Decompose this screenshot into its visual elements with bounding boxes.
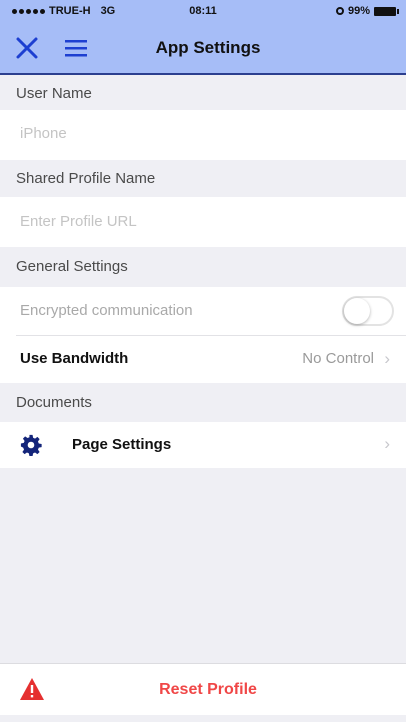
profile-url-field[interactable]: Enter Profile URL xyxy=(0,197,406,247)
use-bandwidth-label: Use Bandwidth xyxy=(20,350,129,367)
encrypted-communication-toggle[interactable] xyxy=(342,296,394,326)
bandwidth-value: No Control xyxy=(302,350,374,367)
section-header-shared-profile: Shared Profile Name xyxy=(0,160,406,197)
status-right: 99% xyxy=(335,5,399,17)
page-settings-row[interactable]: Page Settings › xyxy=(0,422,406,468)
chevron-right-icon: › xyxy=(384,349,390,368)
profile-url-placeholder: Enter Profile URL xyxy=(20,213,137,230)
battery-icon xyxy=(374,6,399,16)
section-header-general: General Settings xyxy=(0,247,406,287)
alarm-icon xyxy=(335,7,344,15)
page-title: App Settings xyxy=(155,38,261,57)
battery-percent: 99% xyxy=(347,5,370,17)
chevron-right-icon: › xyxy=(384,434,390,453)
reset-profile-button[interactable]: Reset Profile xyxy=(0,681,406,699)
user-name-field[interactable]: iPhone xyxy=(0,110,406,160)
header: TRUE-H 3G 08:11 99% App Settings xyxy=(0,0,406,75)
section-header-documents: Documents xyxy=(0,383,406,422)
bottom-spacer xyxy=(0,715,406,722)
gear-icon xyxy=(20,434,42,456)
toggle-knob xyxy=(344,298,370,324)
encrypted-communication-row: Encrypted communication xyxy=(0,287,406,336)
user-name-placeholder: iPhone xyxy=(20,125,67,142)
nav-bar: App Settings xyxy=(0,24,406,73)
reset-profile-bar[interactable]: Reset Profile xyxy=(0,663,406,715)
section-header-user-name: User Name xyxy=(0,77,406,110)
use-bandwidth-row[interactable]: Use Bandwidth No Control › xyxy=(0,336,406,383)
page-settings-label: Page Settings xyxy=(72,436,172,453)
status-bar: TRUE-H 3G 08:11 99% xyxy=(0,0,406,24)
encrypted-communication-label: Encrypted communication xyxy=(20,302,193,319)
